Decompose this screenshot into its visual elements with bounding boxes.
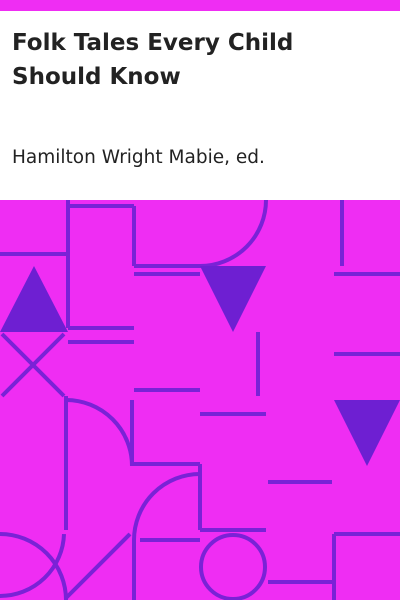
top-accent-band [0,0,400,11]
book-title: Folk Tales Every Child Should Know [12,30,294,90]
book-cover: Folk Tales Every Child Should Know Hamil… [0,0,400,600]
geometric-pattern [0,200,400,600]
book-author: Hamilton Wright Mabie, ed. [12,147,265,168]
